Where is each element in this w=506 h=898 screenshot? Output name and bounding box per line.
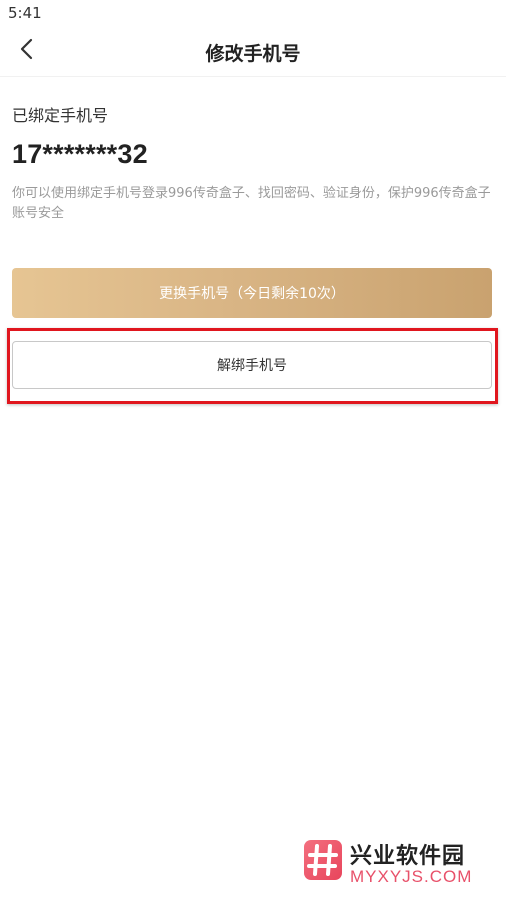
watermark-title: 兴业软件园 [350, 844, 466, 869]
masked-phone-number: 17*******32 [12, 139, 148, 169]
hash-logo-icon [302, 838, 344, 882]
status-bar: 5:41 [0, 0, 506, 26]
nav-bar: 修改手机号 [0, 26, 506, 77]
change-phone-button[interactable]: 更换手机号（今日剩余10次） [12, 268, 492, 318]
status-time: 5:41 [8, 4, 42, 22]
unbind-phone-button[interactable]: 解绑手机号 [12, 341, 492, 389]
watermark: 兴业软件园 MYXYJS.COM [300, 834, 500, 890]
bound-phone-label: 已绑定手机号 [12, 106, 109, 125]
page-title: 修改手机号 [205, 43, 301, 65]
bound-phone-description: 你可以使用绑定手机号登录996传奇盒子、找回密码、验证身份，保护996传奇盒子账… [12, 186, 491, 221]
watermark-url: MYXYJS.COM [350, 867, 473, 886]
